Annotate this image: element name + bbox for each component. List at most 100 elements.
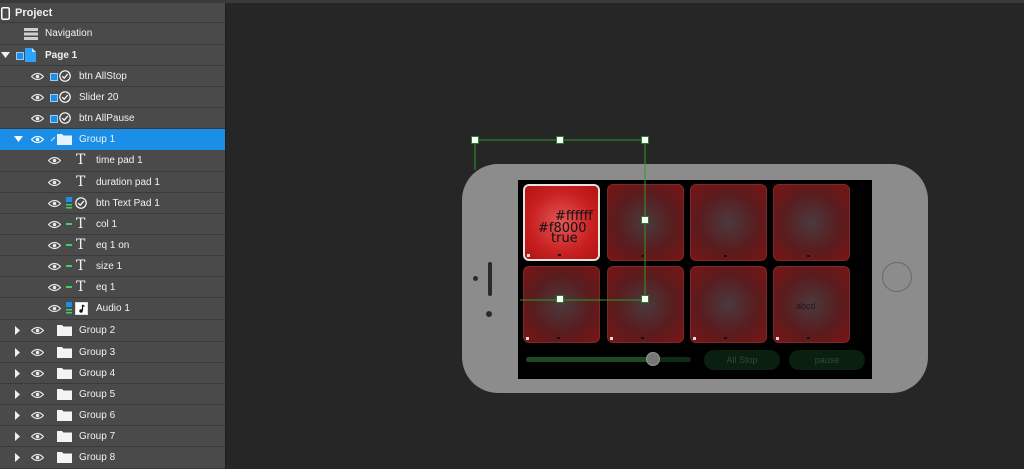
layer-label: eq 1 [96,281,116,293]
visible-checkbox-icon[interactable] [50,115,58,123]
layer-row-group-7[interactable]: Group 7 [0,426,225,447]
layer-label: Group 2 [79,324,116,336]
layer-row-size-1[interactable]: T size 1 [0,256,225,277]
eye-icon[interactable] [31,87,44,107]
eye-icon[interactable] [31,426,44,446]
chevron-right-icon[interactable] [14,363,23,383]
pad-corner-marker [527,254,530,257]
pause-button[interactable]: pause [789,350,865,370]
eye-icon[interactable] [48,256,61,276]
pad-bottom-marker [807,337,810,339]
folder-icon [57,363,72,383]
pad-1-state-text: true [551,231,578,246]
folder-icon [57,129,72,149]
eye-icon[interactable] [48,172,61,192]
volume-slider-knob[interactable] [646,352,661,366]
resize-handle-top-left[interactable] [471,136,479,144]
eye-icon[interactable] [48,277,61,297]
pad-7[interactable] [690,266,767,343]
layer-row-eq-1-on[interactable]: T eq 1 on [0,235,225,256]
layer-label: Group 4 [79,367,116,379]
pad-6[interactable] [607,266,684,343]
layer-label: size 1 [96,260,123,272]
eye-icon[interactable] [48,150,61,170]
chevron-down-icon[interactable] [14,129,23,149]
chevron-right-icon[interactable] [14,384,23,404]
layer-row-btn-text-pad-1[interactable]: btn Text Pad 1 [0,193,225,214]
chevron-down-icon[interactable] [1,45,10,65]
chevron-right-icon[interactable] [14,447,23,467]
pad-3[interactable] [690,184,767,261]
folder-icon [57,320,72,340]
pad-bottom-marker [641,337,644,339]
layer-row-col-1[interactable]: T col 1 [0,214,225,235]
eye-icon[interactable] [31,320,44,340]
pad-corner-marker [776,337,779,340]
pad-bottom-marker [558,254,561,256]
layer-row-project[interactable]: Project [0,3,225,23]
layer-row-group-1[interactable]: Group 1 [0,129,225,150]
layer-row-group-6[interactable]: Group 6 [0,405,225,426]
layer-row-audio-1[interactable]: Audio 1 [0,298,225,320]
device-icon [1,3,10,23]
eye-icon[interactable] [48,298,61,318]
chevron-right-icon[interactable] [14,342,23,362]
eye-icon[interactable] [31,447,44,467]
eye-icon[interactable] [31,363,44,383]
chevron-right-icon[interactable] [14,426,23,446]
chevron-right-icon[interactable] [14,405,23,425]
resize-handle-right[interactable] [641,216,649,224]
eye-icon[interactable] [48,214,61,234]
text-layer-icon: T [76,258,86,274]
pad-bottom-marker [641,255,644,257]
pad-5[interactable] [523,266,600,343]
eye-icon[interactable] [48,193,61,213]
layer-row-btn-allpause[interactable]: btn AllPause [0,108,225,129]
visible-checkbox-icon[interactable] [16,52,24,60]
navigation-icon [24,24,38,44]
layer-row-navigation[interactable]: Navigation [0,23,225,45]
text-layer-icon: T [76,279,86,295]
layer-row-duration-pad-1[interactable]: T duration pad 1 [0,172,225,193]
layer-row-eq-1[interactable]: T eq 1 [0,277,225,298]
resize-handle-bottom-right[interactable] [641,295,649,303]
layer-row-group-5[interactable]: Group 5 [0,384,225,405]
layer-label: Audio 1 [96,302,130,314]
layer-label: Group 1 [79,133,116,145]
eye-icon[interactable] [31,108,44,128]
text-layer-icon: T [76,237,86,253]
layer-row-group-3[interactable]: Group 3 [0,342,225,363]
layer-label: btn AllStop [79,70,127,82]
layer-row-group-8[interactable]: Group 8 [0,447,225,469]
linked-script-icon [66,298,72,318]
layer-row-time-pad-1[interactable]: T time pad 1 [0,150,225,172]
visible-checkbox-icon[interactable] [50,94,58,102]
eye-icon[interactable] [48,235,61,255]
eye-icon[interactable] [31,129,44,149]
layer-row-slider-20[interactable]: Slider 20 [0,87,225,108]
pad-corner-marker [526,337,529,340]
eye-icon[interactable] [31,405,44,425]
eye-icon[interactable] [31,384,44,404]
pad-bottom-marker [724,255,727,257]
page-icon [25,45,36,65]
eye-icon[interactable] [31,66,44,86]
layer-row-group-4[interactable]: Group 4 [0,363,225,384]
resize-handle-top-right[interactable] [641,136,649,144]
folder-icon [57,342,72,362]
layer-panel: Project Navigation Page 1 btn AllStop Sl… [0,3,226,469]
folder-icon [57,447,72,467]
folder-icon [57,405,72,425]
layer-row-group-2[interactable]: Group 2 [0,320,225,342]
resize-handle-top[interactable] [556,136,564,144]
layer-row-btn-allstop[interactable]: btn AllStop [0,66,225,87]
layer-label: duration pad 1 [96,176,160,188]
all-stop-button[interactable]: All Stop [704,350,780,370]
eye-icon[interactable] [31,342,44,362]
layer-row-page-1[interactable]: Page 1 [0,45,225,66]
pad-4[interactable] [773,184,850,261]
visible-checkbox-icon[interactable] [50,73,58,81]
phone-camera [486,311,492,317]
resize-handle-bottom[interactable] [556,295,564,303]
chevron-right-icon[interactable] [14,320,23,340]
